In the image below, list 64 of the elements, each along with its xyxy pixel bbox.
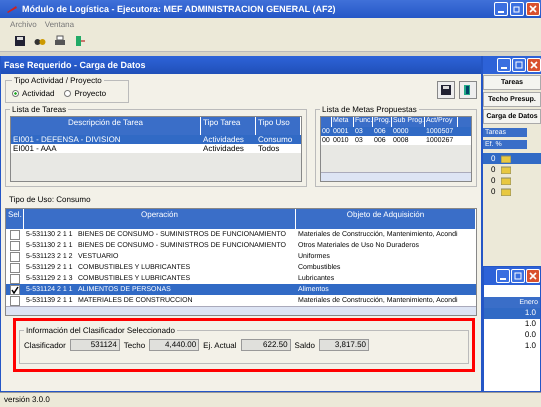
dialog-title: Fase Requerido - Carga de Datos	[4, 60, 146, 70]
table-row[interactable]: 0	[483, 175, 541, 186]
field-label: Ej. Actual	[203, 340, 237, 350]
status-bar: versión 3.0.0	[0, 392, 541, 407]
table-row[interactable]: EI001 - AAA Actividades Todos	[11, 144, 301, 153]
readonly-field: 531124	[70, 339, 120, 351]
readonly-field: 622.50	[240, 339, 291, 351]
folder-icon[interactable]	[501, 176, 512, 184]
table-row[interactable]: 0	[483, 186, 541, 197]
radio-option[interactable]: Actividad	[12, 89, 54, 98]
table-row[interactable]: 1.0	[484, 341, 540, 352]
close-icon	[530, 61, 538, 69]
group-title: Lista de Tareas	[11, 105, 68, 114]
menu-item[interactable]: Ventana	[44, 20, 74, 29]
print-icon[interactable]	[54, 35, 66, 47]
group-title: Lista de Metas Propuestas	[321, 106, 418, 114]
close-button[interactable]	[527, 58, 541, 72]
close-icon	[529, 272, 537, 280]
table-row[interactable]: 0	[483, 153, 541, 164]
folder-icon[interactable]	[501, 188, 512, 196]
checkbox[interactable]	[10, 296, 20, 306]
table-row[interactable]: 1.0	[484, 308, 540, 319]
checkbox[interactable]	[10, 240, 20, 250]
checkbox[interactable]	[10, 252, 20, 262]
menu-item[interactable]: Archivo	[10, 20, 37, 29]
field-label: Clasificador	[24, 340, 66, 350]
pen-icon	[6, 4, 18, 14]
table-row[interactable]: 1.0	[484, 319, 540, 330]
window-title: Módulo de Logística - Ejecutora: MEF ADMINISTRACION GENERAL (AF2)	[22, 4, 337, 14]
field-label: Techo	[124, 340, 146, 350]
usage-type-label: Tipo de Uso: Consumo	[8, 194, 92, 206]
minimize-button[interactable]	[497, 58, 511, 72]
save-icon[interactable]	[14, 35, 26, 47]
table-row[interactable]: EI001 - DEFENSA - DIVISION Actividades Consumo	[11, 135, 301, 144]
radio-option[interactable]: Proyecto	[64, 89, 106, 98]
exit-door-icon[interactable]	[74, 35, 86, 47]
checkbox[interactable]	[10, 274, 20, 284]
restore-icon	[513, 5, 521, 13]
save-button[interactable]	[437, 81, 455, 99]
close-icon	[529, 5, 537, 13]
table-row[interactable]: 0.0	[484, 330, 540, 341]
checkbox[interactable]	[10, 262, 20, 272]
horizontal-scrollbar[interactable]	[321, 172, 471, 181]
minimize-button[interactable]	[494, 2, 508, 16]
close-button[interactable]	[526, 2, 540, 16]
group-title: Tipo Actividad / Proyecto	[13, 76, 103, 85]
table-row[interactable]: 0	[483, 164, 541, 175]
restore-button[interactable]	[510, 2, 524, 16]
checkbox[interactable]	[10, 284, 20, 294]
maximize-icon	[515, 61, 523, 69]
checkbox[interactable]	[10, 230, 20, 240]
close-button[interactable]	[526, 269, 540, 283]
readonly-field: 4,440.00	[149, 339, 200, 351]
group-title: Información del Clasificador Seleccionado	[25, 326, 176, 335]
readonly-field: 3,817.50	[318, 339, 369, 351]
exit-door-button[interactable]	[459, 81, 477, 99]
horizontal-scrollbar[interactable]	[6, 306, 476, 315]
minimize-button[interactable]	[496, 269, 510, 283]
field-label: Saldo	[294, 340, 315, 350]
maximize-button[interactable]	[511, 269, 525, 283]
maximize-icon	[514, 272, 522, 280]
maximize-button[interactable]	[512, 58, 526, 72]
folder-icon[interactable]	[501, 154, 512, 162]
save-icon	[440, 84, 452, 96]
